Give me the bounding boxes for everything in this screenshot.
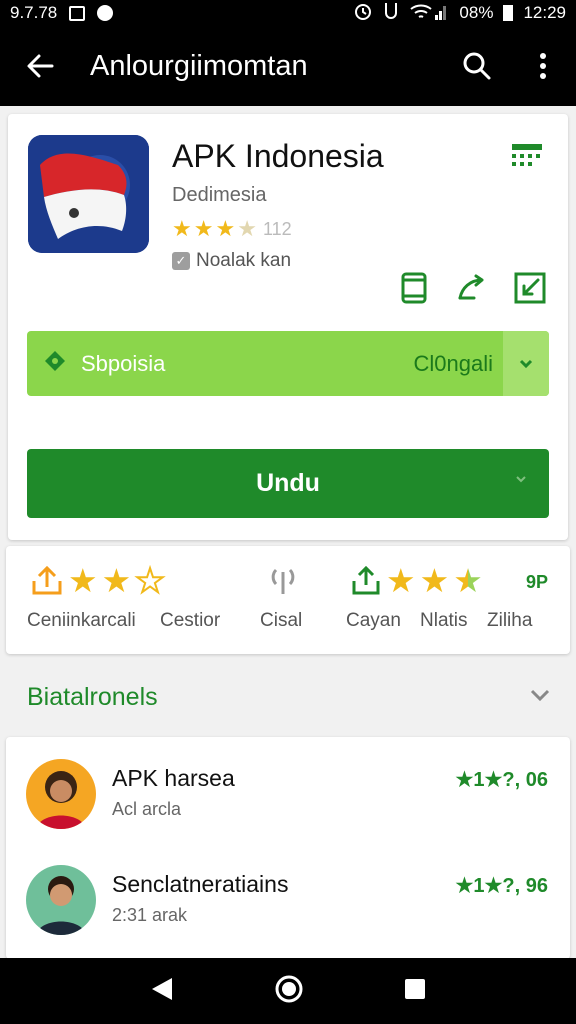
check-badge-icon: ✓: [172, 252, 190, 270]
stat-label: Ziliha: [487, 610, 533, 631]
broadcast-icon: [271, 568, 295, 594]
device-button[interactable]: [396, 270, 432, 306]
app-badge: ✓ Noalak kan: [172, 250, 291, 272]
review-sub: Acl arcla: [112, 799, 182, 819]
search-button[interactable]: [444, 26, 510, 106]
status-left-text: 9.7.78: [10, 3, 58, 22]
chevron-down-icon: [519, 359, 533, 368]
list-item[interactable]: APK harsea Acl arcla ★1★?, 06: [6, 759, 570, 849]
promo-bar[interactable]: Sbpoisia Cl0ngali: [27, 331, 549, 396]
stat-upload[interactable]: ★ ★ ★: [30, 562, 166, 599]
indonesia-flag-icon: [28, 135, 149, 253]
star-icon: ★: [419, 562, 450, 599]
chevron-down-icon: [530, 689, 550, 702]
back-arrow-icon: [27, 54, 54, 78]
review-rating: ★1★?, 96: [455, 875, 548, 897]
alarm-icon: [353, 1, 373, 26]
app-bar-title: Anlourgiimomtan: [90, 49, 308, 82]
review-list: APK harsea Acl arcla ★1★?, 06 Senclatner…: [6, 737, 570, 959]
stat-label: Cestior: [160, 610, 221, 631]
vibrate-icon: [383, 1, 399, 26]
star-icon: ★: [386, 562, 416, 599]
notification-dot-icon: [97, 5, 114, 21]
stat-label: Cisal: [260, 610, 303, 631]
nav-recent-button[interactable]: [404, 978, 426, 1005]
stat-label: Ceniinkarcali: [27, 610, 136, 631]
chevron-down-icon: [516, 476, 526, 483]
share-button[interactable]: [454, 270, 490, 306]
star-icon: ★: [101, 562, 132, 599]
tag-icon: [43, 349, 69, 378]
app-name: APK Indonesia: [172, 138, 384, 174]
review-rating: ★1★?, 06: [455, 769, 548, 791]
star-icon: ★: [172, 216, 192, 241]
star-icon: ★: [215, 216, 236, 241]
app-actions: [396, 270, 548, 306]
grid-button[interactable]: [510, 142, 544, 175]
grid-icon: [512, 144, 542, 166]
app-icon[interactable]: [28, 135, 149, 253]
section-expand-button[interactable]: [530, 688, 550, 706]
battery-icon: [503, 5, 514, 21]
nav-back-button[interactable]: [150, 976, 174, 1007]
battery-percent: 08%: [459, 3, 494, 22]
avatar: [26, 865, 96, 935]
stat-broadcast[interactable]: [268, 564, 298, 596]
resize-icon: [514, 272, 546, 304]
more-vert-icon: [540, 53, 546, 79]
nav-home-icon: [275, 975, 303, 1002]
search-icon: [463, 52, 491, 80]
download-button[interactable]: Undu: [27, 449, 549, 518]
back-button[interactable]: [0, 26, 80, 106]
star-icon: ★: [193, 216, 214, 241]
nav-back-icon: [152, 977, 172, 1000]
app-bar: Anlourgiimomtan: [0, 26, 576, 106]
promo-label: Sbpoisia: [81, 350, 166, 376]
more-options-button[interactable]: [510, 26, 576, 106]
stat-label: Cayan: [346, 610, 401, 631]
download-label: Undu: [256, 469, 320, 497]
star-icon: ★: [68, 562, 98, 599]
star-outline-icon: ★: [134, 562, 166, 599]
stat-label: Nlatis: [420, 610, 468, 631]
nav-recent-icon: [405, 978, 425, 999]
review-sub: 2:31 arak: [112, 905, 188, 925]
star-half-icon: ★: [237, 216, 257, 241]
phone-icon: [401, 272, 427, 304]
badge-label: Noalak kan: [196, 250, 292, 271]
navigation-bar: [0, 958, 576, 1024]
review-name: APK harsea: [112, 765, 235, 791]
share-icon: [458, 274, 484, 300]
app-rating: ★ ★ ★ ★ 112: [172, 218, 292, 240]
section-title[interactable]: Biatalronels: [27, 683, 158, 712]
wifi-signal-icon: [409, 1, 449, 26]
status-right: 08% 12:29: [353, 1, 566, 26]
nav-home-button[interactable]: [274, 974, 304, 1009]
clock: 12:29: [523, 3, 566, 22]
app-details-card: APK Indonesia Dedimesia ★ ★ ★ ★ 112 ✓ No…: [8, 114, 568, 540]
status-left: 9.7.78: [10, 3, 114, 23]
avatar: [26, 759, 96, 829]
image-notification-icon: [69, 5, 86, 21]
stat-share-rating[interactable]: ★ ★ ★: [350, 564, 483, 598]
stats-card: ★ ★ ★ ★ ★ ★ 9P Ceniinkarcali Cestior Cis…: [6, 546, 570, 654]
list-item[interactable]: Senclatneratiains 2:31 arak ★1★?, 96: [6, 865, 570, 955]
star-half-icon: ★: [453, 562, 483, 599]
promo-right-text: Cl0ngali: [413, 350, 494, 376]
upload-icon: [32, 565, 62, 595]
promo-expand-button[interactable]: [503, 331, 549, 396]
status-bar: 9.7.78 08% 12:29: [0, 0, 576, 26]
app-developer[interactable]: Dedimesia: [172, 184, 266, 207]
stat-number: 9P: [525, 572, 548, 592]
resize-button[interactable]: [512, 270, 548, 306]
rating-count: 112: [262, 218, 292, 239]
review-name: Senclatneratiains: [112, 871, 289, 897]
upload-icon: [352, 565, 380, 595]
